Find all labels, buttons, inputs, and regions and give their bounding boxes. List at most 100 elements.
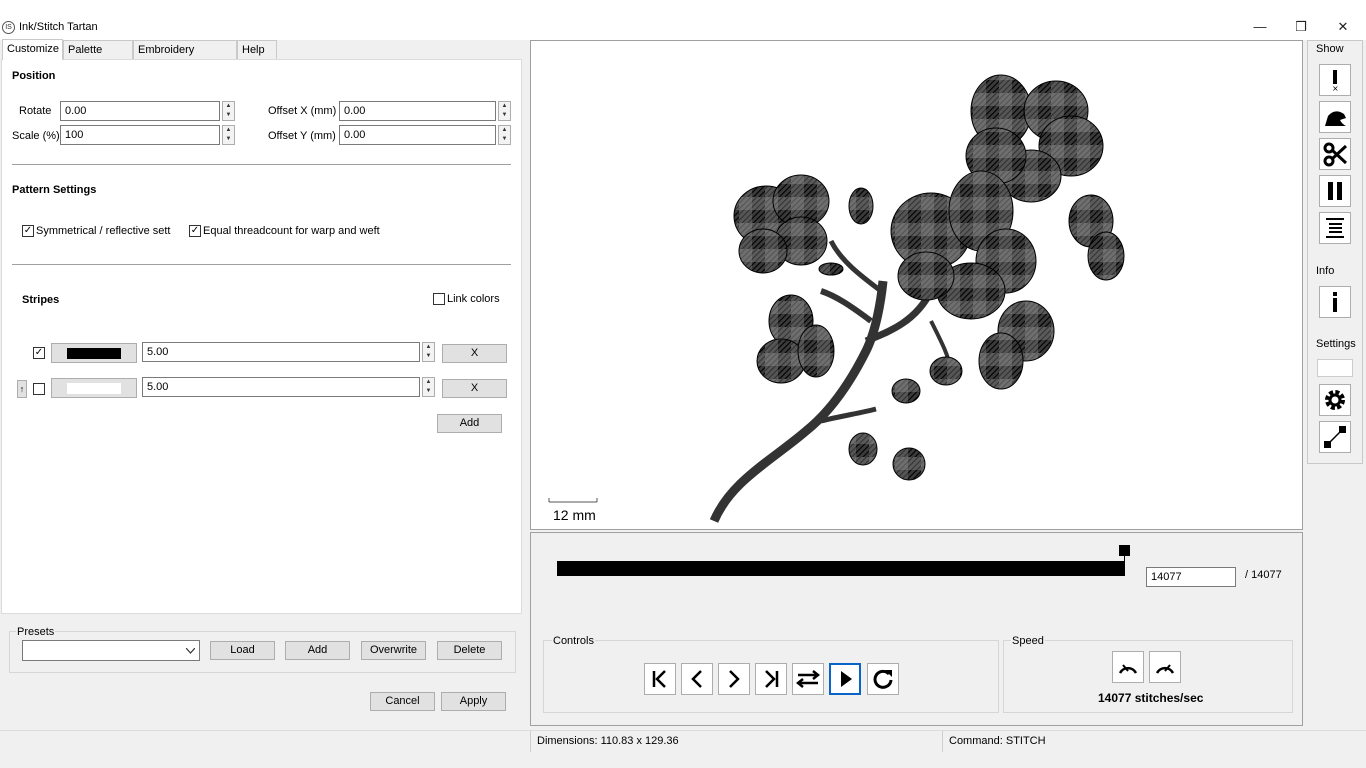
show-warnings-button[interactable]: × bbox=[1319, 64, 1351, 96]
symmetrical-checkbox[interactable]: ✓ bbox=[22, 225, 34, 237]
delete-preset-button[interactable]: Delete bbox=[437, 641, 502, 660]
stripe-color-button[interactable] bbox=[51, 378, 137, 398]
pause-icon bbox=[1328, 182, 1342, 200]
speed-down-icon bbox=[1118, 664, 1138, 674]
cancel-button[interactable]: Cancel bbox=[370, 692, 435, 711]
show-jumps-button[interactable] bbox=[1319, 101, 1351, 133]
position-title: Position bbox=[12, 70, 56, 82]
spin-down-icon[interactable]: ▼ bbox=[223, 135, 234, 144]
stitch-slider-handle[interactable] bbox=[1119, 545, 1130, 556]
spin-down-icon[interactable]: ▼ bbox=[499, 135, 510, 144]
play-button[interactable] bbox=[829, 663, 861, 695]
stripe-width-input[interactable]: 5.00 bbox=[142, 342, 420, 362]
rotate-spinner[interactable]: ▲ ▼ bbox=[222, 101, 235, 121]
play-icon bbox=[841, 671, 852, 687]
info-icon bbox=[1333, 292, 1337, 312]
window-title: Ink/Stitch Tartan bbox=[19, 21, 98, 33]
remove-stripe-button[interactable]: X bbox=[442, 344, 507, 363]
tab-palette-code[interactable]: Palette Code bbox=[63, 40, 133, 74]
spin-up-icon[interactable]: ▲ bbox=[223, 102, 234, 111]
scale-spinner[interactable]: ▲ ▼ bbox=[222, 125, 235, 145]
jump-stitch-icon bbox=[1325, 111, 1346, 126]
slower-button[interactable] bbox=[1112, 651, 1144, 683]
stripe-width-spinner[interactable]: ▲ ▼ bbox=[422, 377, 435, 397]
total-stitches: / 14077 bbox=[1245, 569, 1282, 581]
stripe-enable-checkbox[interactable]: ✓ bbox=[33, 347, 45, 359]
presets-select[interactable] bbox=[22, 640, 200, 661]
spin-down-icon[interactable]: ▼ bbox=[423, 352, 434, 361]
spin-down-icon[interactable]: ▼ bbox=[499, 111, 510, 120]
current-stitch-input[interactable]: 14077 bbox=[1146, 567, 1236, 587]
close-button[interactable]: ✕ bbox=[1320, 14, 1366, 40]
spin-down-icon[interactable]: ▼ bbox=[223, 111, 234, 120]
embroidery-preview bbox=[548, 74, 1125, 523]
offset-x-input[interactable]: 0.00 bbox=[339, 101, 496, 121]
stripe-width-spinner[interactable]: ▲ ▼ bbox=[422, 342, 435, 362]
svg-text:×: × bbox=[1332, 84, 1339, 93]
chevron-right-icon bbox=[729, 670, 740, 688]
speed-up-icon bbox=[1155, 664, 1175, 674]
show-stops-button[interactable] bbox=[1319, 175, 1351, 207]
previous-stitch-button[interactable] bbox=[681, 663, 713, 695]
apply-button[interactable]: Apply bbox=[441, 692, 506, 711]
chevron-down-icon bbox=[186, 648, 195, 654]
restart-icon bbox=[873, 669, 893, 689]
next-stitch-button[interactable] bbox=[718, 663, 750, 695]
restart-button[interactable] bbox=[867, 663, 899, 695]
stripe-color-button[interactable] bbox=[51, 343, 137, 363]
spin-up-icon[interactable]: ▲ bbox=[499, 126, 510, 135]
equal-threadcount-label: Equal threadcount for warp and weft bbox=[203, 225, 380, 237]
gear-icon bbox=[1325, 390, 1345, 410]
link-colors-checkbox[interactable] bbox=[433, 293, 445, 305]
tab-customize[interactable]: Customize bbox=[2, 39, 63, 60]
skip-to-end-icon bbox=[765, 670, 779, 688]
restore-button[interactable]: ❒ bbox=[1278, 14, 1324, 40]
offset-y-input[interactable]: 0.00 bbox=[339, 125, 496, 145]
offset-y-spinner[interactable]: ▲ ▼ bbox=[498, 125, 511, 145]
spin-down-icon[interactable]: ▼ bbox=[423, 387, 434, 396]
load-preset-button[interactable]: Load bbox=[210, 641, 275, 660]
show-color-changes-button[interactable] bbox=[1319, 212, 1351, 244]
needle-point-button[interactable] bbox=[1319, 421, 1351, 453]
speed-readout: 14077 stitches/sec bbox=[1098, 691, 1204, 705]
stitch-slider-track[interactable] bbox=[557, 561, 1124, 576]
direction-toggle-button[interactable] bbox=[792, 663, 824, 695]
settings-button[interactable] bbox=[1319, 384, 1351, 416]
pattern-settings-title: Pattern Settings bbox=[12, 184, 97, 196]
equal-threadcount-checkbox[interactable]: ✓ bbox=[189, 225, 201, 237]
tab-embroidery-settings[interactable]: Embroidery Settings bbox=[133, 40, 237, 74]
spin-up-icon[interactable]: ▲ bbox=[423, 378, 434, 387]
scissors-icon bbox=[1323, 142, 1348, 167]
stitch-slider-marker bbox=[1124, 556, 1125, 576]
info-button[interactable] bbox=[1319, 286, 1351, 318]
first-stitch-button[interactable] bbox=[644, 663, 676, 695]
stripe-width-input[interactable]: 5.00 bbox=[142, 377, 420, 397]
rotate-input[interactable]: 0.00 bbox=[60, 101, 220, 121]
skip-to-start-icon bbox=[652, 670, 666, 688]
show-trims-button[interactable] bbox=[1319, 138, 1351, 170]
move-up-button[interactable]: ↑ bbox=[17, 380, 27, 398]
spin-up-icon[interactable]: ▲ bbox=[223, 126, 234, 135]
offset-x-label: Offset X (mm) bbox=[268, 105, 337, 117]
controls-title: Controls bbox=[552, 635, 595, 647]
add-stripe-button[interactable]: Add bbox=[437, 414, 502, 433]
stripes-title: Stripes bbox=[22, 294, 60, 306]
stripe-enable-checkbox[interactable] bbox=[33, 383, 45, 395]
minimize-button[interactable]: — bbox=[1237, 14, 1283, 40]
color-change-icon bbox=[1326, 218, 1344, 238]
spin-up-icon[interactable]: ▲ bbox=[423, 343, 434, 352]
last-stitch-button[interactable] bbox=[755, 663, 787, 695]
divider bbox=[12, 264, 511, 265]
remove-stripe-button[interactable]: X bbox=[442, 379, 507, 398]
preview-canvas[interactable]: 12 mm bbox=[530, 40, 1303, 530]
color-swatch bbox=[67, 383, 121, 394]
spin-up-icon[interactable]: ▲ bbox=[499, 102, 510, 111]
title-bar bbox=[0, 0, 1366, 40]
scale-input[interactable]: 100 bbox=[60, 125, 220, 145]
overwrite-preset-button[interactable]: Overwrite bbox=[361, 641, 426, 660]
faster-button[interactable] bbox=[1149, 651, 1181, 683]
tab-help[interactable]: Help bbox=[237, 40, 277, 59]
chevron-left-icon bbox=[691, 670, 702, 688]
offset-x-spinner[interactable]: ▲ ▼ bbox=[498, 101, 511, 121]
add-preset-button[interactable]: Add bbox=[285, 641, 350, 660]
